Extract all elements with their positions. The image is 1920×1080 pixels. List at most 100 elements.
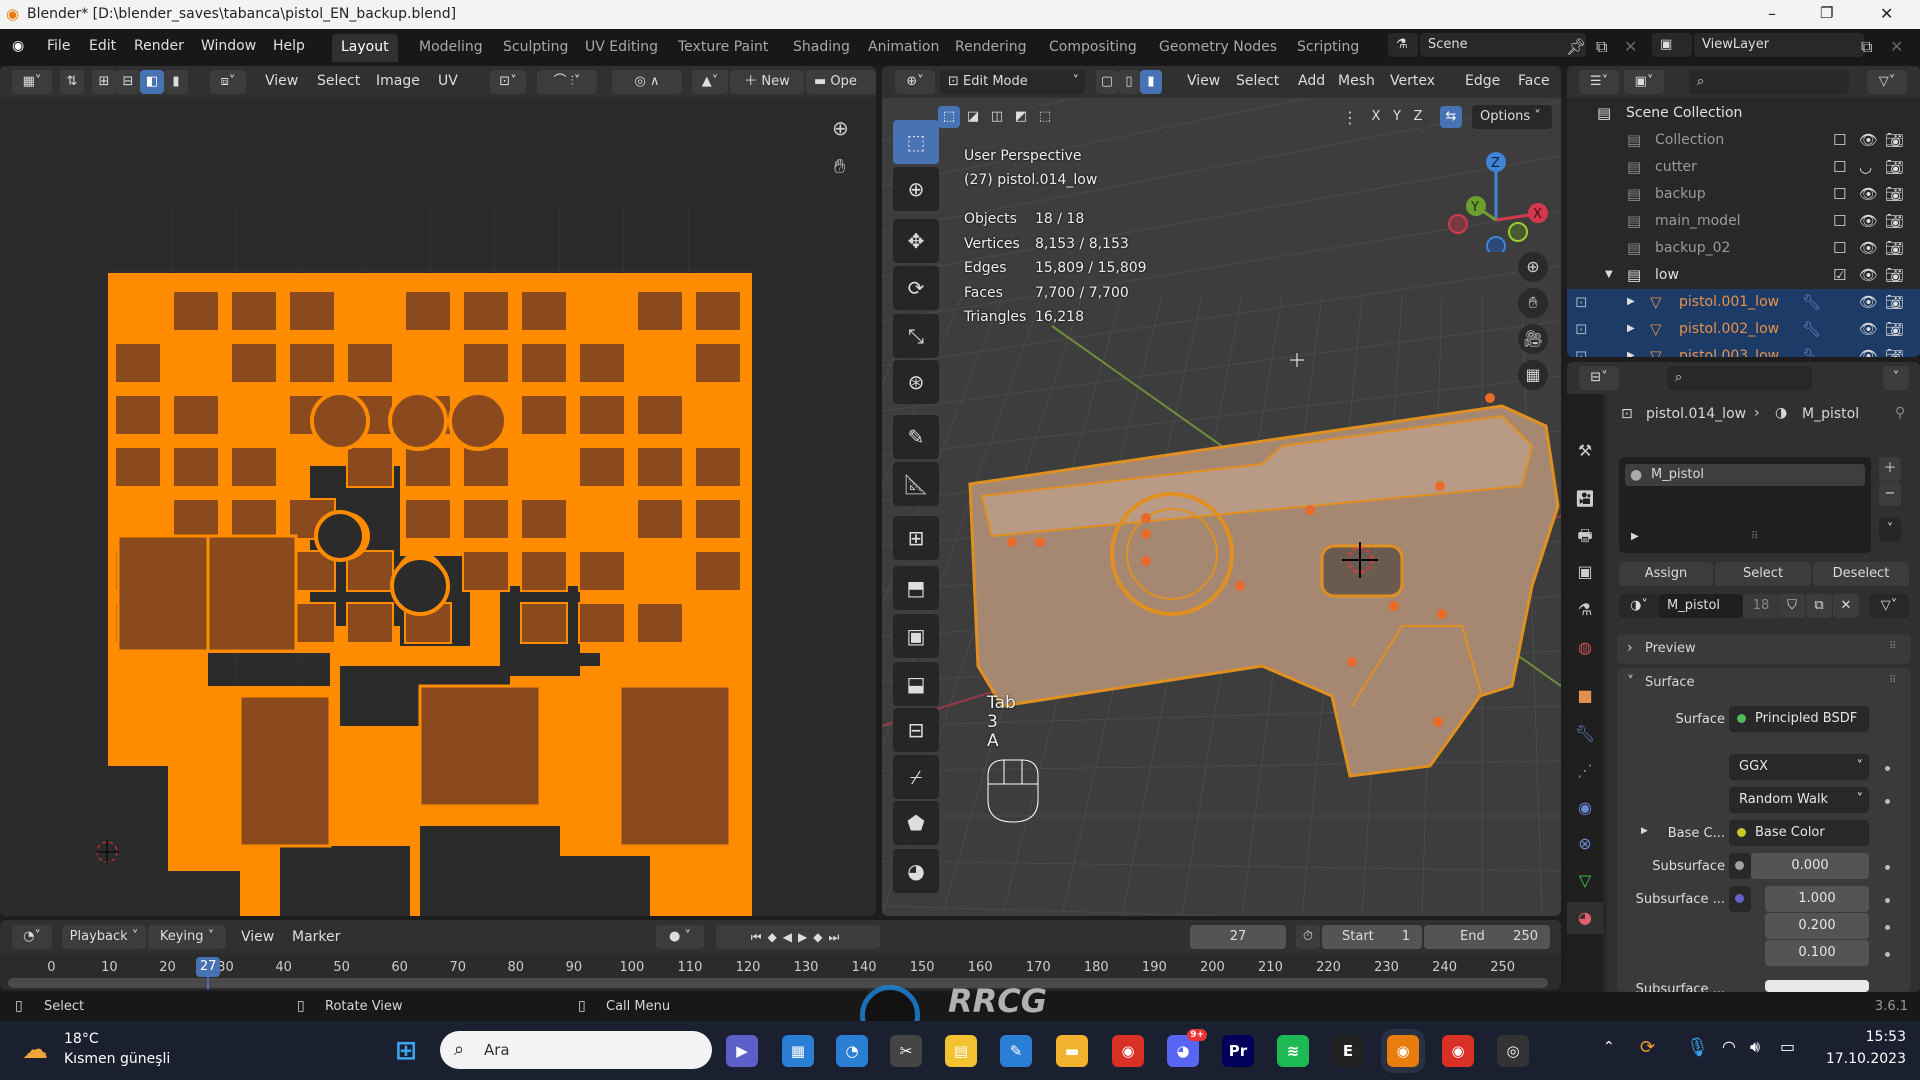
checkbox-icon[interactable]: ☐	[1833, 212, 1846, 230]
minimize-button[interactable]: –	[1768, 4, 1776, 23]
modifier-wrench-icon[interactable]: 🔧︎	[1802, 347, 1821, 357]
checkbox-icon[interactable]: ☐	[1833, 158, 1846, 176]
auto-keying-icon[interactable]: ● ˅	[656, 925, 704, 949]
keyframe-dot[interactable]	[1885, 865, 1890, 870]
camera-render-icon[interactable]: 📷︎	[1885, 320, 1904, 338]
particles-icon[interactable]: ⋰	[1567, 763, 1603, 779]
edit-mode-icon[interactable]: ⊡	[1575, 347, 1588, 357]
base-color-field[interactable]: Base Color	[1729, 820, 1869, 846]
resize-handle-icon[interactable]: ⠿	[1751, 531, 1758, 542]
camera-render-icon[interactable]: 📷︎	[1885, 239, 1904, 257]
tool-inset-icon[interactable]: ▣	[893, 614, 939, 658]
tool-select-box-icon[interactable]: ⬚	[893, 120, 939, 164]
volume-icon[interactable]: 🔊︎	[1750, 1037, 1760, 1057]
mirror-z-toggle[interactable]: Z	[1408, 106, 1428, 128]
tool-icon[interactable]: ⚒	[1567, 443, 1603, 459]
subsurface-socket-icon[interactable]	[1729, 853, 1751, 879]
weather-icon[interactable]: ☁	[22, 1035, 48, 1065]
display-mode-icon[interactable]: ▣˅	[1624, 70, 1664, 94]
outliner-row[interactable]: ▤ backup ☐ 👁︎ 📷︎	[1567, 181, 1920, 208]
outliner-row[interactable]: ⊡ ▶ ▽ pistol.002_low 🔧︎ 👁︎ 📷︎	[1567, 316, 1920, 343]
eye-icon[interactable]: 👁︎	[1859, 185, 1878, 203]
collapse-icon[interactable]: ▼	[1605, 269, 1613, 280]
properties-search-input[interactable]: ⌕	[1667, 366, 1812, 390]
stopwatch-icon[interactable]: ⏱	[1296, 925, 1320, 949]
workspace-tab-uv-editing[interactable]: UV Editing	[576, 34, 667, 62]
checkbox-icon[interactable]: ☐	[1833, 131, 1846, 149]
material-users-count[interactable]: 18	[1743, 594, 1779, 618]
eye-icon[interactable]: 👁︎	[1859, 320, 1878, 338]
select-invert-icon[interactable]: ◩	[1010, 106, 1032, 128]
playback-controls[interactable]: ⏮◆◀▶◆⏭	[716, 925, 880, 949]
object-icon[interactable]: ■	[1567, 688, 1603, 704]
outliner-row[interactable]: ▤ cutter ☐ ◡ 📷︎	[1567, 154, 1920, 181]
outliner-editor-type-icon[interactable]: ☰˅	[1579, 70, 1619, 94]
clock-time[interactable]: 15:53	[1838, 1029, 1906, 1045]
fake-user-icon[interactable]: ⛉	[1779, 594, 1805, 618]
modifier-icon[interactable]: 🔧︎	[1567, 726, 1603, 742]
edge-mode-icon[interactable]: ▯	[1118, 70, 1140, 94]
properties-options-icon[interactable]: ˅	[1883, 366, 1909, 390]
taskbar-search[interactable]: ⌕ Ara	[440, 1031, 712, 1069]
workspace-tab-compositing[interactable]: Compositing	[1040, 34, 1146, 62]
tool-cursor-icon[interactable]: ⊕	[893, 167, 939, 211]
tool-knife-icon[interactable]: ⌿	[893, 755, 939, 799]
viewport-menu-select[interactable]: Select	[1236, 73, 1279, 89]
vertex-mode-icon[interactable]: ▢	[1096, 70, 1118, 94]
tool-spin-icon[interactable]: ◕	[893, 849, 939, 893]
data-icon[interactable]: ▽	[1567, 873, 1603, 889]
viewport-menu-add[interactable]: Add	[1298, 73, 1325, 89]
expand-icon[interactable]: ▶	[1627, 296, 1635, 307]
eye-icon[interactable]: 👁︎	[1859, 293, 1878, 311]
physics-icon[interactable]: ◉	[1567, 800, 1603, 816]
viewport-menu-face[interactable]: Face	[1518, 73, 1550, 89]
scene-selector-icon[interactable]: ⚗	[1388, 33, 1418, 57]
select-button[interactable]: Select	[1715, 562, 1811, 586]
teams-icon[interactable]: ▶	[726, 1035, 758, 1067]
3d-viewport[interactable]: ⊕˅ ⊡ Edit Mode ˅ ▢ ▯ ▮ View Select Add M…	[882, 66, 1561, 916]
preview-panel-header[interactable]: › Preview ⠿	[1617, 634, 1911, 664]
filter-icon[interactable]: ▽˅	[1867, 70, 1907, 94]
weather-desc[interactable]: Kısmen güneşli	[64, 1051, 170, 1067]
view-layer-icon[interactable]: ▣	[1567, 564, 1603, 580]
workspace-tab-texture-paint[interactable]: Texture Paint	[669, 34, 777, 62]
drag-handle-icon[interactable]: ⠿	[1889, 641, 1896, 652]
expand-icon[interactable]: ▶	[1627, 350, 1635, 357]
modifier-wrench-icon[interactable]: 🔧︎	[1802, 293, 1821, 311]
timeline-menu-view[interactable]: View	[241, 929, 274, 945]
workspace-tab-geometry-nodes[interactable]: Geometry Nodes	[1150, 34, 1286, 62]
camera-render-icon[interactable]: 📷︎	[1885, 212, 1904, 230]
clock-date[interactable]: 17.10.2023	[1820, 1051, 1906, 1067]
distribution-dropdown[interactable]: GGX ˅	[1729, 754, 1869, 780]
eye-icon[interactable]: 👁︎	[1859, 347, 1878, 357]
topology-mirror-icon[interactable]: ⇆	[1440, 106, 1462, 128]
tool-scale-icon[interactable]: ⤡	[893, 314, 939, 358]
blender-menu-icon[interactable]: ◉	[12, 38, 24, 54]
chrome-icon[interactable]: ◉	[1112, 1035, 1144, 1067]
paint-icon[interactable]: ✎	[1000, 1035, 1032, 1067]
mirror-x-toggle[interactable]: X	[1366, 106, 1386, 128]
edit-mode-icon[interactable]: ⊡	[1575, 320, 1588, 338]
spotify-icon[interactable]: ≋	[1277, 1035, 1309, 1067]
outliner-row[interactable]: ▤ main_model ☐ 👁︎ 📷︎	[1567, 208, 1920, 235]
tool-rotate-icon[interactable]: ⟳	[893, 266, 939, 310]
wifi-icon[interactable]: ◠	[1722, 1037, 1736, 1056]
sync-icon[interactable]: ⟳	[1640, 1037, 1655, 1058]
menu-render[interactable]: Render	[134, 38, 184, 54]
subsurface-method-dropdown[interactable]: Random Walk ˅	[1729, 787, 1869, 813]
camera-render-icon[interactable]: 📷︎	[1885, 185, 1904, 203]
timeline-menu-marker[interactable]: Marker	[292, 929, 340, 945]
checkbox-icon[interactable]: ☐	[1833, 185, 1846, 203]
timeline-scrollbar[interactable]	[8, 978, 1548, 988]
orthographic-toggle-icon[interactable]: ▦	[1518, 360, 1548, 390]
start-frame-field[interactable]: Start 1	[1322, 925, 1422, 949]
expand-icon[interactable]: ▶	[1631, 531, 1639, 542]
zoom-view-icon[interactable]: ⊕	[1518, 252, 1548, 282]
eye-icon[interactable]: 👁︎	[1859, 212, 1878, 230]
mirror-y-toggle[interactable]: Y	[1387, 106, 1407, 128]
eye-icon[interactable]: 👁︎	[1859, 131, 1878, 149]
properties-editor-type-icon[interactable]: ⊟˅	[1579, 366, 1619, 390]
menu-edit[interactable]: Edit	[89, 38, 116, 54]
tool-transform-icon[interactable]: ⊛	[893, 360, 939, 404]
viewport-menu-vertex[interactable]: Vertex	[1390, 73, 1435, 89]
